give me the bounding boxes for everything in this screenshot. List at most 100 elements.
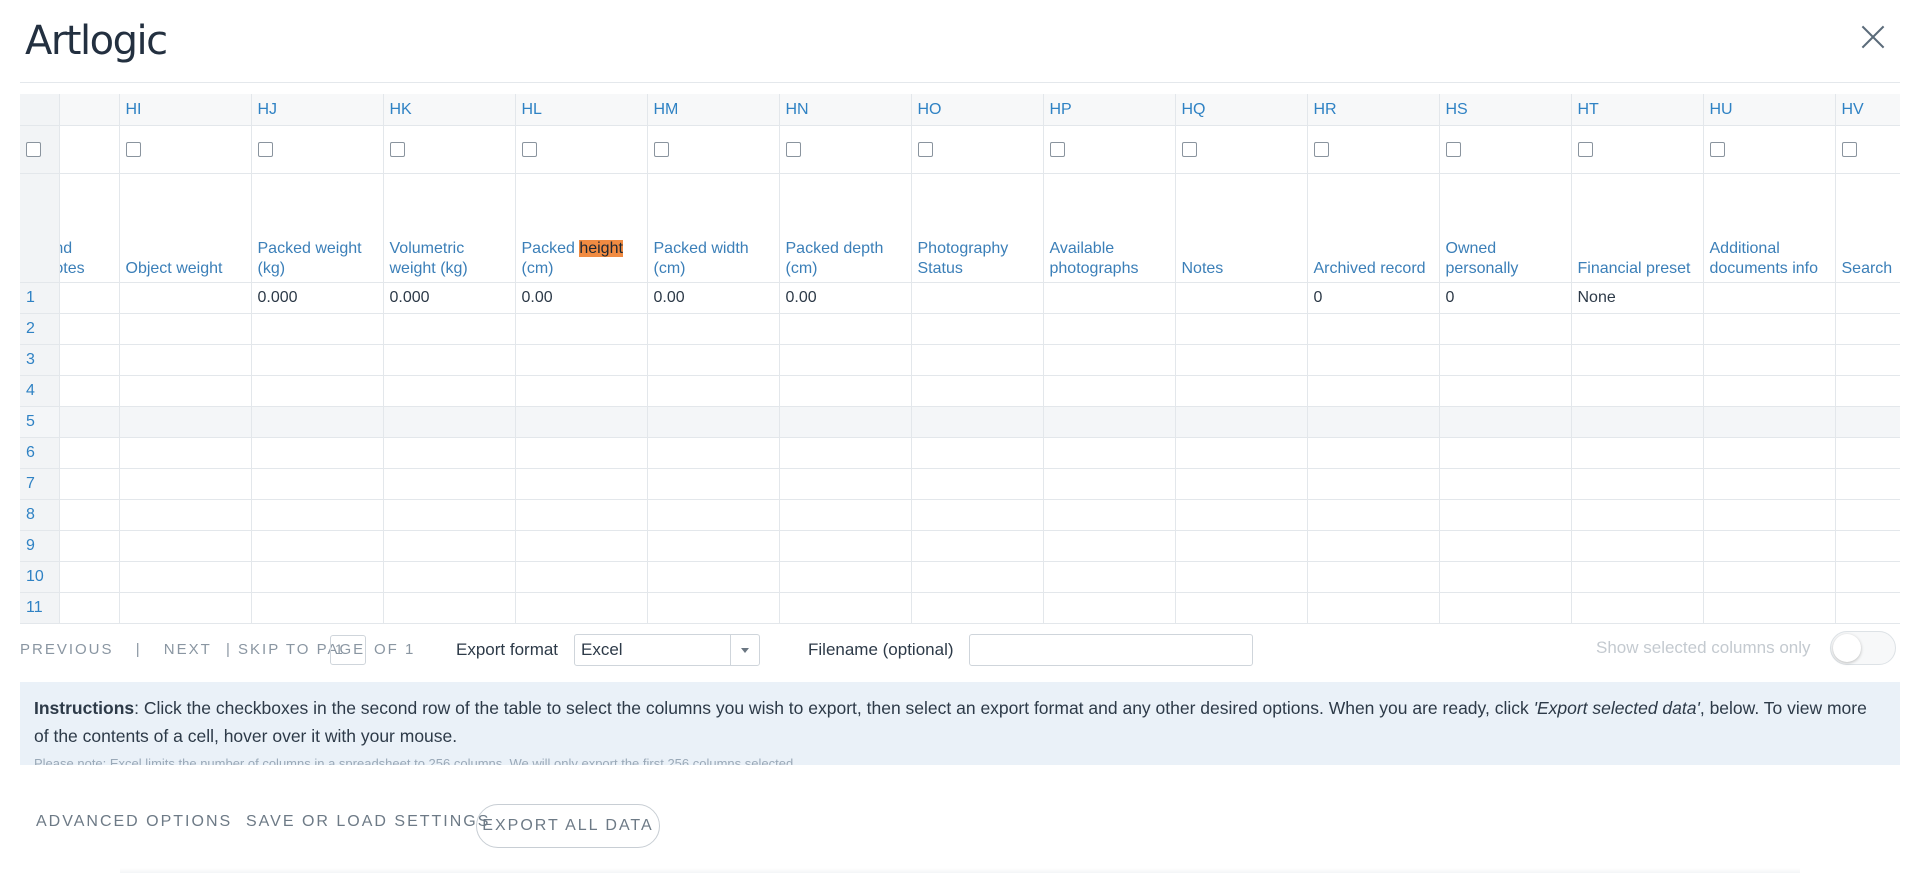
column-checkbox[interactable] bbox=[1445, 141, 1461, 157]
row-number: 9 bbox=[20, 530, 60, 562]
table-cell bbox=[1571, 344, 1704, 376]
column-label: Search bbox=[1835, 173, 1900, 283]
column-checkbox[interactable] bbox=[521, 141, 537, 157]
page-number-input[interactable]: 1 bbox=[330, 635, 366, 665]
table-cell: 0.000 bbox=[383, 282, 516, 314]
column-checkbox[interactable] bbox=[1181, 141, 1197, 157]
filename-label: Filename (optional) bbox=[808, 640, 954, 659]
table-cell bbox=[1175, 468, 1308, 500]
table-cell bbox=[1043, 592, 1176, 624]
column-checkbox[interactable] bbox=[1313, 141, 1329, 157]
advanced-options-button[interactable]: ADVANCED OPTIONS bbox=[36, 813, 232, 831]
table-cell bbox=[1307, 468, 1440, 500]
next-link[interactable]: NEXT bbox=[164, 641, 212, 658]
save-load-settings-button[interactable]: SAVE OR LOAD SETTINGS bbox=[246, 813, 490, 831]
select-all-cell bbox=[20, 125, 60, 174]
table-cell bbox=[383, 592, 516, 624]
table-cell bbox=[779, 406, 912, 438]
column-checkbox[interactable] bbox=[917, 141, 933, 157]
table-cell bbox=[911, 499, 1044, 531]
column-label: Notes bbox=[1175, 173, 1308, 283]
table-cell bbox=[779, 499, 912, 531]
column-checkbox-cell bbox=[1043, 125, 1176, 174]
table-cell bbox=[515, 499, 648, 531]
filename-input[interactable] bbox=[969, 634, 1253, 666]
table-cell bbox=[911, 344, 1044, 376]
column-label-text: Archived record bbox=[1313, 260, 1426, 277]
table-cell bbox=[515, 561, 648, 593]
table-cell bbox=[1835, 282, 1900, 314]
column-checkbox-cell bbox=[119, 125, 252, 174]
table-cell bbox=[59, 530, 120, 562]
table-cell bbox=[1307, 592, 1440, 624]
select-all-checkbox[interactable] bbox=[26, 141, 41, 157]
table-cell bbox=[1703, 530, 1836, 562]
column-label: Owned personally bbox=[1439, 173, 1572, 283]
table-cell bbox=[383, 437, 516, 469]
column-label: Packed width (cm) bbox=[647, 173, 780, 283]
table-row: 3 bbox=[20, 344, 1900, 376]
column-label: Available photographs bbox=[1043, 173, 1176, 283]
table-cell bbox=[383, 406, 516, 438]
column-checkbox[interactable] bbox=[1049, 141, 1065, 157]
table-cell bbox=[1571, 530, 1704, 562]
table-row: 5 bbox=[20, 406, 1900, 438]
table-cell: 0.00 bbox=[515, 282, 648, 314]
export-all-data-button[interactable]: EXPORT ALL DATA bbox=[476, 804, 660, 848]
column-checkbox-cell bbox=[1571, 125, 1704, 174]
column-checkbox[interactable] bbox=[389, 141, 405, 157]
column-label: Object weight bbox=[119, 173, 252, 283]
column-letter: HP bbox=[1043, 94, 1176, 126]
table-cell bbox=[119, 344, 252, 376]
row-number: 5 bbox=[20, 406, 60, 438]
column-checkbox[interactable] bbox=[1841, 141, 1857, 157]
column-checkbox-cell bbox=[1439, 125, 1572, 174]
table-cell bbox=[119, 406, 252, 438]
table-cell bbox=[59, 561, 120, 593]
table-cell bbox=[119, 468, 252, 500]
column-letter bbox=[59, 94, 120, 126]
table-row: 1 0.000 0.000 0.00 0.00 0.00 0 0 None bbox=[20, 282, 1900, 314]
show-selected-columns-label: Show selected columns only bbox=[1596, 638, 1811, 657]
table-cell bbox=[1439, 437, 1572, 469]
show-selected-columns-toggle[interactable] bbox=[1830, 631, 1896, 665]
table-cell bbox=[1439, 530, 1572, 562]
column-checkbox[interactable] bbox=[257, 141, 273, 157]
artlogic-logo: Artlogic bbox=[25, 18, 168, 64]
column-checkbox[interactable] bbox=[125, 141, 141, 157]
table-cell bbox=[647, 592, 780, 624]
table-cell bbox=[1307, 344, 1440, 376]
table-cell bbox=[59, 592, 120, 624]
column-label-text: Packed width (cm) bbox=[653, 240, 749, 277]
corner-cell bbox=[20, 94, 60, 126]
export-format-label: Export format bbox=[456, 640, 559, 659]
column-letter: HT bbox=[1571, 94, 1704, 126]
column-checkbox[interactable] bbox=[785, 141, 801, 157]
table-cell bbox=[1175, 499, 1308, 531]
export-format-select[interactable]: Excel bbox=[574, 634, 760, 666]
table-cell bbox=[1571, 561, 1704, 593]
table-cell bbox=[1703, 313, 1836, 345]
column-label: Packed height (cm) bbox=[515, 173, 648, 283]
table-cell bbox=[251, 530, 384, 562]
table-cell bbox=[383, 468, 516, 500]
table-cell bbox=[383, 530, 516, 562]
table-cell bbox=[911, 437, 1044, 469]
column-checkbox[interactable] bbox=[1577, 141, 1593, 157]
chevron-down-icon[interactable] bbox=[730, 635, 759, 665]
previous-link[interactable]: PREVIOUS bbox=[20, 641, 114, 658]
export-format-value: Excel bbox=[581, 640, 623, 659]
table-cell bbox=[1439, 344, 1572, 376]
close-icon[interactable] bbox=[1858, 22, 1888, 52]
column-select-row bbox=[20, 125, 1900, 174]
table-cell bbox=[1703, 437, 1836, 469]
table-cell bbox=[1307, 313, 1440, 345]
table-cell bbox=[383, 375, 516, 407]
column-checkbox[interactable] bbox=[653, 141, 669, 157]
instructions-body-1: : Click the checkboxes in the second row… bbox=[134, 698, 1534, 718]
table-row: 7 bbox=[20, 468, 1900, 500]
column-checkbox-cell bbox=[1835, 125, 1900, 174]
instructions-title: Instructions bbox=[34, 698, 135, 718]
column-checkbox[interactable] bbox=[1709, 141, 1725, 157]
column-label-text: Packed bbox=[521, 240, 580, 257]
